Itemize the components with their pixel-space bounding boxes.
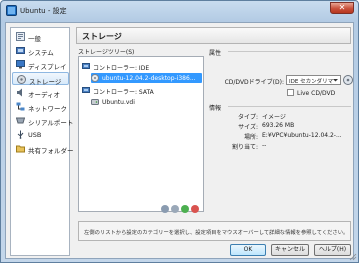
add-controller-icon[interactable]	[161, 205, 169, 213]
sata-controller-icon	[82, 87, 90, 93]
info-type-value: イメージ	[262, 114, 286, 121]
nav-item-label: USB	[28, 131, 42, 139]
dialog-body: 一般 システム ディスプレイ ストレージ オーディオ ネットワーク シリアルポー…	[5, 22, 354, 259]
resize-grip-icon[interactable]	[349, 253, 357, 261]
usb-icon	[17, 130, 24, 139]
live-cd-dvd-checkbox[interactable]	[287, 89, 294, 96]
nav-item-label: ストレージ	[29, 78, 62, 86]
controller-ide[interactable]: コントローラー: IDE	[82, 61, 200, 72]
nav-item-label: 一般	[28, 35, 41, 43]
hard-disk-icon	[91, 99, 99, 105]
cd-dvd-drive-label: CD/DVDドライブ(D):	[224, 79, 284, 86]
nav-item-label: オーディオ	[28, 91, 61, 99]
attributes-divider	[228, 51, 351, 52]
live-cd-dvd-label: Live CD/DVD	[297, 90, 336, 97]
display-icon	[16, 60, 25, 69]
remove-attachment-icon[interactable]	[191, 205, 199, 213]
settings-category-list: 一般 システム ディスプレイ ストレージ オーディオ ネットワーク シリアルポー…	[10, 27, 74, 256]
nav-item-audio[interactable]: オーディオ	[12, 86, 69, 99]
window-title: Ubuntu - 設定	[20, 7, 67, 15]
cd-dvd-drive-select[interactable]: IDE セカンダリマスター	[286, 75, 341, 85]
close-button[interactable]: ✕	[330, 2, 354, 14]
remove-controller-icon[interactable]	[171, 205, 179, 213]
cancel-button[interactable]: キャンセル	[271, 244, 309, 256]
tree-item-label: ubuntu-12.04.2-desktop-i386...	[102, 75, 196, 82]
attributes-heading: 属性	[209, 50, 222, 57]
shared-folder-icon	[16, 145, 25, 153]
serial-port-icon	[16, 117, 25, 124]
general-icon	[16, 32, 25, 41]
system-icon	[16, 47, 25, 54]
attachment-ubuntu-iso[interactable]: ubuntu-12.04.2-desktop-i386...	[91, 73, 202, 83]
tree-item-label: Ubuntu.vdi	[102, 99, 135, 106]
info-size-label: サイズ:	[238, 124, 258, 131]
choose-disk-icon[interactable]	[343, 75, 353, 85]
tree-item-label: コントローラー: IDE	[93, 65, 150, 72]
info-size-value: 693.26 MB	[262, 122, 295, 129]
info-location-label: 場所:	[243, 134, 258, 141]
tree-item-label: コントローラー: SATA	[93, 89, 154, 96]
hint-text: 左側のリストから設定のカテゴリーを選択し、設定項目をマウスオーバーして詳細な情報…	[84, 230, 349, 236]
nav-item-label: ネットワーク	[28, 105, 67, 113]
nav-item-general[interactable]: 一般	[12, 30, 69, 43]
nav-item-label: ディスプレイ	[28, 63, 67, 71]
help-button[interactable]: ヘルプ(H)	[314, 244, 351, 256]
nav-item-network[interactable]: ネットワーク	[12, 100, 69, 113]
nav-item-usb[interactable]: USB	[12, 128, 69, 141]
controller-sata[interactable]: コントローラー: SATA	[82, 85, 200, 96]
title-bar[interactable]: Ubuntu - 設定 ✕	[1, 1, 358, 21]
nav-item-label: シリアルポート	[28, 119, 74, 127]
cd-dvd-drive-value: IDE セカンダリマスター	[289, 79, 333, 85]
info-type-label: タイプ:	[237, 114, 258, 121]
add-attachment-icon[interactable]	[181, 205, 189, 213]
nav-item-system[interactable]: システム	[12, 44, 69, 57]
ide-controller-icon	[82, 63, 90, 69]
page-header: ストレージ	[76, 27, 351, 44]
network-icon	[16, 102, 25, 111]
info-attached-label: 割り当て:	[231, 144, 258, 151]
cd-dvd-icon	[91, 74, 99, 82]
information-divider	[228, 106, 351, 107]
ok-button[interactable]: OK	[230, 244, 266, 256]
storage-icon	[17, 75, 26, 84]
storage-tree-label: ストレージツリー(S)	[78, 49, 135, 56]
page-title: ストレージ	[82, 32, 122, 41]
nav-item-storage[interactable]: ストレージ	[12, 72, 69, 86]
chevron-down-icon	[333, 79, 338, 82]
tree-toolbar	[161, 205, 201, 215]
nav-item-shared-folders[interactable]: 共有フォルダー	[12, 142, 74, 155]
nav-item-label: 共有フォルダー	[28, 147, 74, 155]
settings-window: Ubuntu - 設定 ✕ 一般 システム ディスプレイ ストレージ オーディオ…	[0, 0, 359, 263]
attachment-ubuntu-vdi[interactable]: Ubuntu.vdi	[91, 97, 171, 107]
nav-item-serial-port[interactable]: シリアルポート	[12, 114, 73, 127]
hint-box: 左側のリストから設定のカテゴリーを選択し、設定項目をマウスオーバーして詳細な情報…	[78, 221, 351, 241]
info-attached-value: --	[262, 142, 267, 149]
storage-tree[interactable]: コントローラー: IDE ubuntu-12.04.2-desktop-i386…	[78, 56, 204, 212]
audio-icon	[17, 88, 22, 97]
nav-item-display[interactable]: ディスプレイ	[12, 58, 69, 71]
nav-item-label: システム	[28, 49, 54, 57]
virtualbox-app-icon	[6, 5, 17, 16]
information-heading: 情報	[209, 105, 222, 112]
info-location-value: E:¥VPC¥ubuntu-12.04.2-...	[262, 132, 342, 139]
